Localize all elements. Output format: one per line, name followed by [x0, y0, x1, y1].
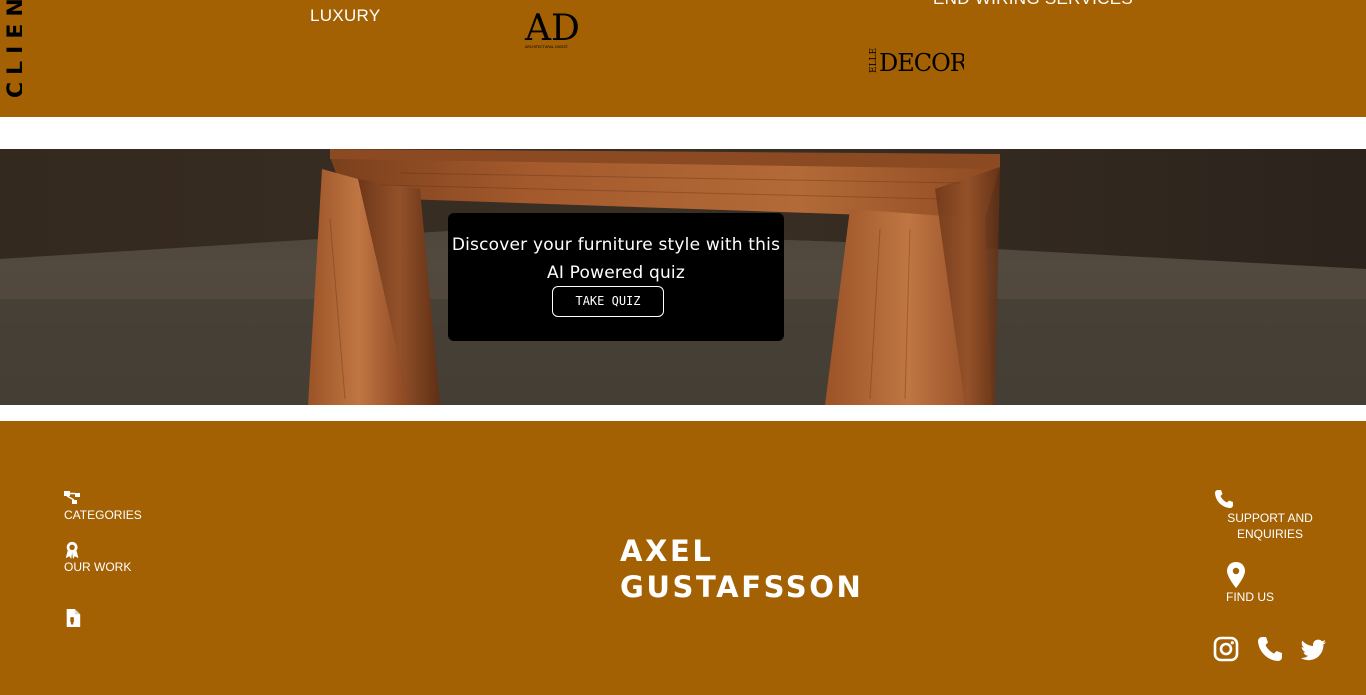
- clientele-text: CLIENTELE: [4, 0, 22, 98]
- instagram-icon[interactable]: [1213, 636, 1239, 662]
- footer-link-categories[interactable]: CATEGORIES: [64, 489, 142, 523]
- ad-logo-subtext: ARCHITECTURAL DIGEST: [525, 45, 569, 49]
- footer-link-document[interactable]: [64, 609, 82, 627]
- brand-line-2: GUSTAFSSON: [620, 570, 864, 604]
- footer-link-label: CATEGORIES: [64, 508, 142, 522]
- location-pin-icon: [1227, 562, 1245, 588]
- twitter-icon[interactable]: [1301, 637, 1327, 663]
- press-wiring-services: END WIRING SERVICES: [933, 0, 1133, 9]
- ad-logo-text: AD: [524, 8, 580, 49]
- support-line-1: SUPPORT AND: [1227, 511, 1313, 525]
- document-icon: [66, 609, 81, 627]
- award-icon: [65, 541, 79, 559]
- brand-name: AXEL GUSTAFSSON: [620, 533, 863, 605]
- phone-icon[interactable]: [1257, 636, 1283, 662]
- phone-icon: [1215, 490, 1233, 508]
- footer-link-label: OUR WORK: [64, 560, 132, 574]
- elle-decor-logo: ELLE DECOR: [869, 48, 964, 76]
- quiz-prompt: Discover your furniture style with this …: [451, 235, 781, 283]
- quiz-card: Discover your furniture style with this …: [448, 213, 784, 341]
- clientele-heading: CLIENTELE: [0, 0, 22, 98]
- architectural-digest-logo: ” AD ARCHITECTURAL DIGEST: [524, 0, 580, 49]
- decor-logo-text: DECOR: [879, 49, 964, 76]
- elle-logo-text: ELLE: [869, 48, 879, 73]
- take-quiz-button[interactable]: TAKE QUIZ: [552, 286, 664, 317]
- press-logo-luxury: LUXURY: [310, 6, 381, 25]
- support-label: SUPPORT AND ENQUIRIES: [1212, 510, 1328, 542]
- find-us-label: FIND US: [1226, 590, 1274, 604]
- press-strip: CLIENTELE LUXURY ” AD ARCHITECTURAL DIGE…: [0, 0, 1366, 117]
- quiz-hero: Discover your furniture style with this …: [0, 149, 1366, 405]
- footer-link-our-work[interactable]: OUR WORK: [64, 541, 131, 575]
- site-footer: CATEGORIES OUR WORK AXEL GUSTAFSSON SUPP…: [0, 421, 1366, 695]
- sitemap-icon: [64, 491, 80, 504]
- brand-line-1: AXEL: [620, 534, 714, 568]
- support-line-2: ENQUIRIES: [1236, 527, 1303, 541]
- page: CLIENTELE LUXURY ” AD ARCHITECTURAL DIGE…: [0, 0, 1366, 695]
